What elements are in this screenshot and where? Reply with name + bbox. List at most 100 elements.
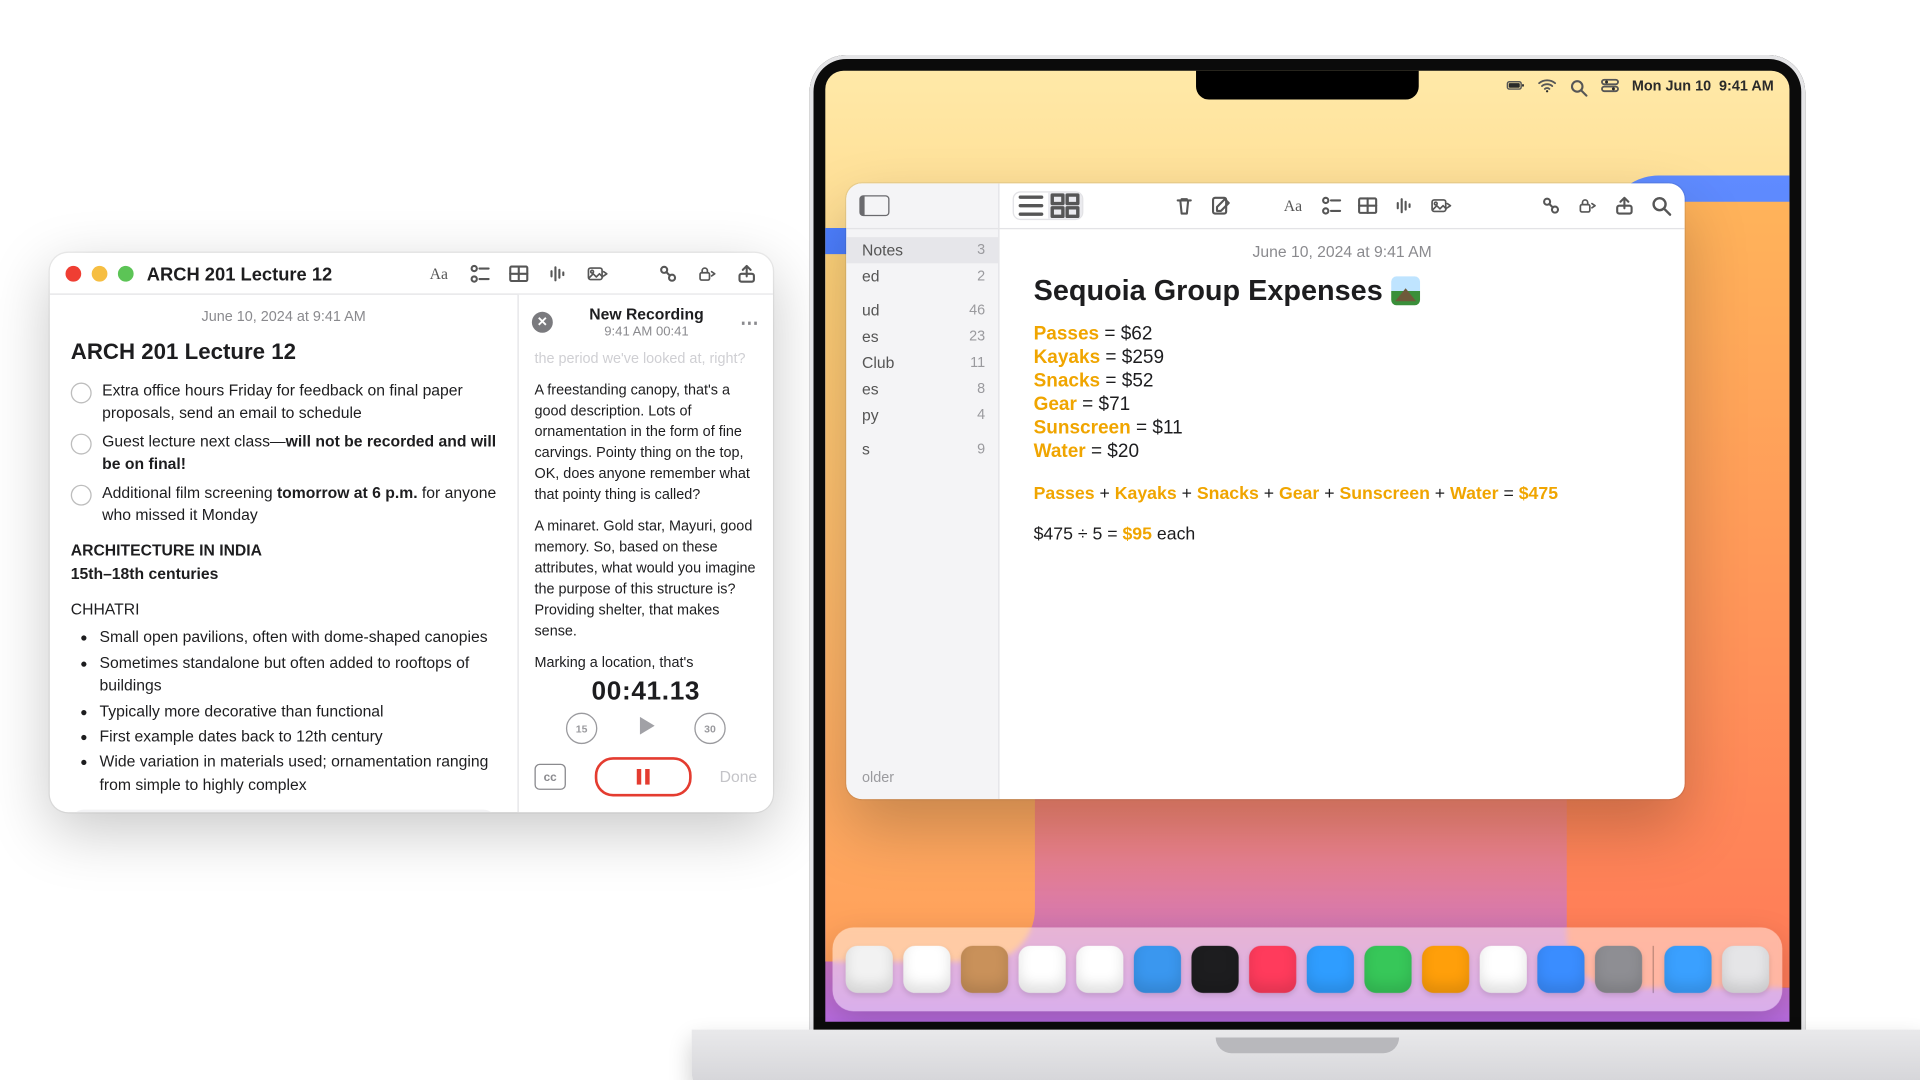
checklist-icon[interactable] [1320, 195, 1341, 216]
expense-line: Passes = $62 [1034, 324, 1651, 345]
format-icon[interactable]: Aa [1283, 195, 1304, 216]
menubar-datetime[interactable]: Mon Jun 109:41 AM [1632, 79, 1774, 95]
format-icon[interactable]: Aa [430, 263, 451, 284]
note-body[interactable]: June 10, 2024 at 9:41 AM ARCH 201 Lectur… [50, 295, 518, 812]
close-panel-button[interactable]: ✕ [532, 312, 553, 333]
view-toggle [1013, 191, 1084, 220]
checklist-icon[interactable] [469, 263, 490, 284]
skip-back-button[interactable]: 15 [566, 713, 597, 744]
note-title: ARCH 201 Lecture 12 [71, 337, 497, 369]
sidebar-item[interactable]: ud46 [846, 297, 998, 323]
section-subheading: 15th–18th centuries [71, 563, 497, 586]
recording-panel: ✕ New Recording 9:41 AM 00:41 ⋯ the peri… [517, 295, 772, 812]
transport-controls: 15 30 [519, 710, 773, 749]
audio-icon[interactable] [548, 263, 569, 284]
menubar: Mon Jun 109:41 AM [825, 73, 1789, 99]
new-folder-button[interactable]: older [846, 757, 998, 799]
play-button[interactable] [634, 713, 658, 743]
toolbar: Aa [430, 263, 758, 284]
gallery-view-button[interactable] [1048, 193, 1082, 219]
battery-icon[interactable] [1506, 79, 1524, 95]
pause-record-button[interactable] [594, 757, 691, 796]
checkbox-icon[interactable] [71, 433, 92, 454]
dock-app[interactable] [1076, 946, 1123, 993]
dock-app[interactable] [903, 946, 950, 993]
done-button[interactable]: Done [720, 768, 758, 786]
table-icon[interactable] [508, 263, 529, 284]
dock-app[interactable] [1249, 946, 1296, 993]
minimize-window-button[interactable] [92, 266, 108, 282]
transcript-paragraph: A freestanding canopy, that's a good des… [534, 382, 757, 507]
note-title: Sequoia Group Expenses [1034, 274, 1651, 308]
dock-app[interactable] [1019, 946, 1066, 993]
dock-app[interactable] [961, 946, 1008, 993]
share-icon[interactable] [1614, 195, 1635, 216]
formula-line: Passes + Kayaks + Snacks + Gear + Sunscr… [1034, 483, 1651, 503]
skip-forward-button[interactable]: 30 [694, 713, 725, 744]
link-icon[interactable] [658, 263, 679, 284]
sidebar-item[interactable] [846, 428, 998, 436]
media-icon[interactable] [1430, 195, 1451, 216]
table-icon[interactable] [1357, 195, 1378, 216]
bullet-list: Small open pavilions, often with dome-sh… [81, 627, 496, 797]
dock-app[interactable] [1422, 946, 1469, 993]
dock-app[interactable] [1722, 946, 1769, 993]
checklist-item[interactable]: Additional film screening tomorrow at 6 … [71, 481, 497, 527]
svg-text:Aa: Aa [1283, 198, 1301, 215]
close-window-button[interactable] [66, 266, 82, 282]
sidebar-item[interactable] [846, 290, 998, 298]
share-icon[interactable] [736, 263, 757, 284]
sidebar-item[interactable]: es 23 [846, 324, 998, 350]
dock-app[interactable] [1595, 946, 1642, 993]
wifi-icon[interactable] [1538, 79, 1556, 95]
dock-app[interactable] [1480, 946, 1527, 993]
sidebar-item-count: 23 [969, 329, 985, 345]
compose-icon[interactable] [1210, 195, 1231, 216]
sidebar-item-label: py [862, 406, 879, 424]
recording-attachment[interactable]: New Recording 00:41 [71, 810, 497, 812]
spotlight-icon[interactable] [1569, 79, 1587, 95]
sidebar-item[interactable]: es8 [846, 376, 998, 402]
sidebar-item[interactable]: ed2 [846, 263, 998, 289]
dock-app[interactable] [846, 946, 893, 993]
window-title: ARCH 201 Lecture 12 [147, 263, 333, 284]
toggle-sidebar-icon[interactable] [859, 195, 889, 216]
checkbox-icon[interactable] [71, 484, 92, 505]
more-icon[interactable]: ⋯ [740, 312, 760, 334]
sidebar-item[interactable]: py4 [846, 402, 998, 428]
sidebar-item-label: es [862, 328, 879, 346]
desktop: Mon Jun 109:41 AM Notes3ed2 ud46 es 23 Club1… [825, 71, 1789, 1022]
media-icon[interactable] [587, 263, 608, 284]
dock-app[interactable] [1664, 946, 1711, 993]
dock-app[interactable] [1307, 946, 1354, 993]
mountain-emoji-icon [1391, 276, 1420, 305]
dock-app[interactable] [1364, 946, 1411, 993]
zoom-window-button[interactable] [118, 266, 134, 282]
recording-title: New Recording [553, 306, 740, 324]
sidebar-item[interactable]: s9 [846, 436, 998, 462]
note-content[interactable]: June 10, 2024 at 9:41 AM Sequoia Group E… [1000, 229, 1685, 799]
transcript[interactable]: the period we've looked at, right? A fre… [519, 340, 773, 672]
transcript-paragraph: Marking a location, that's interesting. … [534, 653, 757, 672]
list-view-button[interactable] [1014, 193, 1048, 219]
sidebar-item[interactable]: Notes3 [846, 237, 998, 263]
sidebar-item[interactable]: Club11 [846, 350, 998, 376]
notes-sidebar: Notes3ed2 ud46 es 23 Club11es8py4 s9 older [846, 183, 999, 799]
recording-timer: 00:41.13 [519, 672, 773, 710]
lock-icon[interactable] [697, 263, 718, 284]
search-icon[interactable] [1651, 195, 1672, 216]
dock-app[interactable] [1191, 946, 1238, 993]
audio-icon[interactable] [1393, 195, 1414, 216]
transcript-ghost-line: the period we've looked at, right? [534, 350, 757, 371]
lock-icon[interactable] [1577, 195, 1598, 216]
captions-toggle[interactable]: cc [534, 764, 565, 790]
trash-icon[interactable] [1173, 195, 1194, 216]
dock-app[interactable] [1537, 946, 1584, 993]
checkbox-icon[interactable] [71, 382, 92, 403]
checklist-item[interactable]: Extra office hours Friday for feedback o… [71, 380, 497, 426]
dock-app[interactable] [1134, 946, 1181, 993]
sidebar-item-count: 3 [977, 242, 985, 258]
link-icon[interactable] [1541, 195, 1562, 216]
checklist-item[interactable]: Guest lecture next class—will not be rec… [71, 431, 497, 477]
control-center-icon[interactable] [1600, 79, 1618, 95]
